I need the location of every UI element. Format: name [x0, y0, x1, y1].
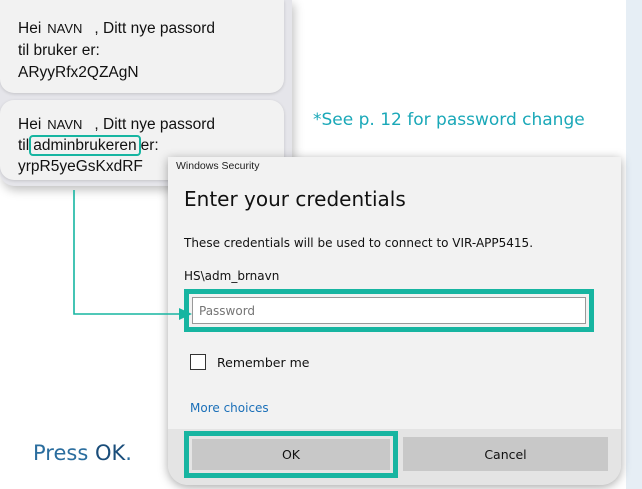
press-ok-instruction: Press OK. [33, 441, 132, 465]
press-ok-word: OK [94, 441, 126, 465]
connector-arrow [73, 190, 192, 320]
connector-line [73, 190, 180, 315]
arrowhead-icon [179, 308, 192, 320]
press-ok-suffix: . [125, 441, 132, 465]
press-ok-prefix: Press [33, 441, 95, 465]
